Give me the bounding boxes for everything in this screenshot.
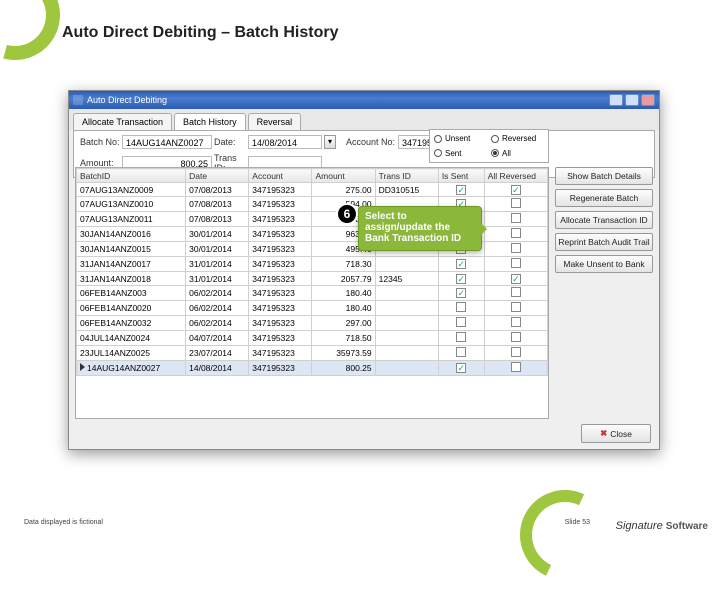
window-titlebar: Auto Direct Debiting [69, 91, 659, 109]
batch-grid[interactable]: BatchID Date Account Amount Trans ID Is … [75, 167, 549, 419]
close-button[interactable]: ✖Close [581, 424, 651, 443]
table-row[interactable]: 06FEB14ANZ00306/02/2014347195323180.40✓ [77, 286, 548, 301]
radio-sent[interactable]: Sent [434, 147, 487, 161]
instruction-callout: Select to assign/update the Bank Transac… [358, 206, 482, 251]
date-field[interactable]: 14/08/2014 [248, 135, 322, 149]
tab-batch-history[interactable]: Batch History [174, 113, 246, 130]
table-row[interactable]: 31JAN14ANZ001731/01/2014347195323718.30✓ [77, 257, 548, 272]
checkbox-icon: ✓ [511, 274, 521, 284]
app-window: Auto Direct Debiting Allocate Transactio… [68, 90, 660, 450]
col-account[interactable]: Account [249, 169, 312, 183]
row-selector-icon [80, 363, 85, 371]
checkbox-icon [511, 362, 521, 372]
checkbox-icon [456, 317, 466, 327]
checkbox-icon [456, 302, 466, 312]
table-row[interactable]: 06FEB14ANZ003206/02/2014347195323297.00 [77, 316, 548, 331]
checkbox-icon: ✓ [456, 259, 466, 269]
checkbox-icon: ✓ [456, 363, 466, 373]
checkbox-icon [511, 317, 521, 327]
table-row[interactable]: 04JUL14ANZ002404/07/2014347195323718.50 [77, 331, 548, 346]
step-number-badge: 6 [336, 203, 358, 225]
window-title: Auto Direct Debiting [87, 95, 167, 105]
tab-strip: Allocate Transaction Batch History Rever… [69, 109, 659, 130]
allocate-transaction-id-button[interactable]: Allocate Transaction ID [555, 211, 653, 229]
checkbox-icon [511, 243, 521, 253]
radio-all[interactable]: All [491, 147, 544, 161]
close-button-wrap: ✖Close [581, 424, 651, 443]
status-radio-group: Unsent Reversed Sent All [429, 129, 549, 163]
tab-allocate-transaction[interactable]: Allocate Transaction [73, 113, 172, 130]
app-icon [73, 95, 83, 105]
radio-reversed[interactable]: Reversed [491, 132, 544, 146]
batch-no-field[interactable]: 14AUG14ANZ0027 [122, 135, 212, 149]
decor-swoosh-br [507, 477, 622, 592]
table-row[interactable]: 07AUG13ANZ000907/08/2013347195323275.00D… [77, 183, 548, 197]
show-batch-details-button[interactable]: Show Batch Details [555, 167, 653, 185]
date-label: Date: [214, 137, 246, 147]
table-row[interactable]: 23JUL14ANZ002523/07/201434719532335973.5… [77, 346, 548, 361]
checkbox-icon: ✓ [456, 288, 466, 298]
checkbox-icon [511, 258, 521, 268]
radio-unsent[interactable]: Unsent [434, 132, 487, 146]
tab-reversal[interactable]: Reversal [248, 113, 302, 130]
checkbox-icon: ✓ [511, 185, 521, 195]
checkbox-icon [511, 213, 521, 223]
action-button-column: Show Batch Details Regenerate Batch Allo… [555, 167, 653, 273]
col-amount[interactable]: Amount [312, 169, 375, 183]
checkbox-icon: ✓ [456, 274, 466, 284]
checkbox-icon [511, 302, 521, 312]
checkbox-icon [511, 332, 521, 342]
checkbox-icon [456, 332, 466, 342]
table-row[interactable]: 06FEB14ANZ002006/02/2014347195323180.40 [77, 301, 548, 316]
account-no-label: Account No: [346, 137, 396, 147]
checkbox-icon [511, 287, 521, 297]
checkbox-icon [456, 347, 466, 357]
col-allreversed[interactable]: All Reversed [484, 169, 547, 183]
maximize-button[interactable] [625, 94, 639, 106]
footer-note: Data displayed is fictional [24, 519, 103, 526]
window-close-button[interactable] [641, 94, 655, 106]
table-row[interactable]: 14AUG14ANZ002714/08/2014347195323800.25✓ [77, 361, 548, 376]
col-transid[interactable]: Trans ID [375, 169, 438, 183]
checkbox-icon: ✓ [456, 185, 466, 195]
col-issent[interactable]: Is Sent [438, 169, 484, 183]
checkbox-icon [511, 347, 521, 357]
checkbox-icon [511, 198, 521, 208]
make-unsent-button[interactable]: Make Unsent to Bank [555, 255, 653, 273]
brand-logo: Signature Software [616, 520, 708, 532]
regenerate-batch-button[interactable]: Regenerate Batch [555, 189, 653, 207]
date-dropdown-icon[interactable]: ▾ [324, 135, 336, 149]
reprint-audit-trail-button[interactable]: Reprint Batch Audit Trail [555, 233, 653, 251]
minimize-button[interactable] [609, 94, 623, 106]
col-batchid[interactable]: BatchID [77, 169, 186, 183]
col-date[interactable]: Date [186, 169, 249, 183]
checkbox-icon [511, 228, 521, 238]
batch-no-label: Batch No: [80, 137, 120, 147]
page-title: Auto Direct Debiting – Batch History [62, 24, 338, 42]
grid-header-row: BatchID Date Account Amount Trans ID Is … [77, 169, 548, 183]
table-row[interactable]: 31JAN14ANZ001831/01/20143471953232057.79… [77, 272, 548, 286]
close-icon: ✖ [600, 428, 607, 439]
